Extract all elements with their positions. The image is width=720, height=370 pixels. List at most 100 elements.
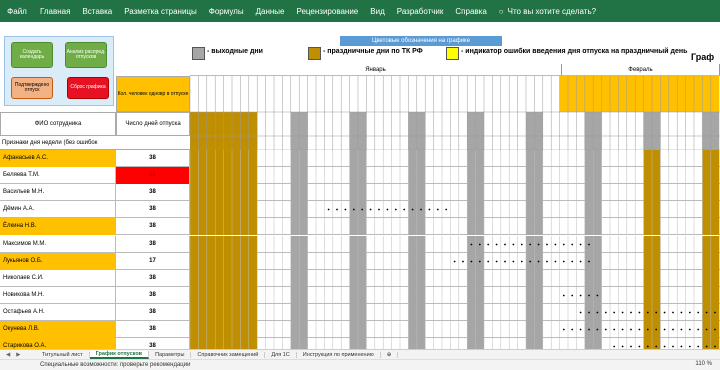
vacation-days[interactable]: 38 xyxy=(116,150,190,167)
tell-me-box[interactable]: ○ Что вы хотите сделать? xyxy=(493,7,596,16)
vacation-day-mark[interactable] xyxy=(352,208,355,211)
tab-help[interactable]: Справка xyxy=(449,7,492,16)
zoom-level[interactable]: 110 % xyxy=(695,361,712,367)
employee-name[interactable]: Николаев С.И. xyxy=(0,269,116,287)
vacation-day-mark[interactable] xyxy=(378,208,380,211)
vacation-day-mark[interactable] xyxy=(403,208,406,211)
vacation-day-mark[interactable] xyxy=(714,311,716,314)
vacation-day-mark[interactable] xyxy=(705,345,708,348)
vacation-day-mark[interactable] xyxy=(512,260,515,262)
vacation-day-mark[interactable] xyxy=(571,243,574,245)
vacation-day-mark[interactable] xyxy=(327,208,330,211)
vacation-day-mark[interactable] xyxy=(445,208,448,211)
vacation-day-mark[interactable] xyxy=(504,243,506,245)
vacation-day-mark[interactable] xyxy=(529,243,532,245)
vacation-day-mark[interactable] xyxy=(588,311,590,314)
vacation-day-mark[interactable] xyxy=(688,328,691,331)
vacation-day-mark[interactable] xyxy=(655,345,658,348)
vacation-day-mark[interactable] xyxy=(646,311,649,314)
vacation-days[interactable]: 38 xyxy=(116,218,190,236)
employee-name[interactable]: Максимов М.М. xyxy=(0,235,116,253)
sheet-tab-instructions[interactable]: Инструкция по применению xyxy=(297,351,381,358)
vacation-day-mark[interactable] xyxy=(680,328,683,331)
vacation-day-mark[interactable] xyxy=(613,311,616,314)
vacation-day-mark[interactable] xyxy=(688,311,691,314)
employee-name[interactable]: Дёмин А.А. xyxy=(0,201,116,219)
vacation-days[interactable]: 38 xyxy=(116,167,190,185)
tab-file[interactable]: Файл xyxy=(0,7,34,16)
vacation-day-mark[interactable] xyxy=(663,345,666,348)
vacation-day-mark[interactable] xyxy=(562,260,565,262)
vacation-day-mark[interactable] xyxy=(697,345,700,348)
vacation-day-mark[interactable] xyxy=(630,311,632,314)
vacation-day-mark[interactable] xyxy=(394,208,397,211)
vacation-days[interactable]: 38 xyxy=(116,201,190,219)
vacation-day-mark[interactable] xyxy=(470,260,473,262)
vacation-day-mark[interactable] xyxy=(579,294,582,297)
employee-name[interactable]: Окунева Л.В. xyxy=(0,321,116,338)
vacation-day-mark[interactable] xyxy=(571,294,574,297)
employee-name[interactable]: Беляева Т.М. xyxy=(0,167,116,185)
tab-home[interactable]: Главная xyxy=(34,7,76,16)
vacation-day-mark[interactable] xyxy=(630,345,632,348)
vacation-day-mark[interactable] xyxy=(537,260,540,262)
vacation-day-mark[interactable] xyxy=(646,345,649,348)
tab-review[interactable]: Рецензирование xyxy=(290,7,364,16)
vacation-day-mark[interactable] xyxy=(688,345,691,348)
vacation-day-mark[interactable] xyxy=(630,328,632,331)
accessibility-status[interactable]: Специальные возможности: проверьте реком… xyxy=(40,362,190,368)
tab-data[interactable]: Данные xyxy=(250,7,291,16)
vacation-day-mark[interactable] xyxy=(512,243,515,245)
sheet-tab-1c[interactable]: Для 1С xyxy=(265,351,297,358)
vacation-day-mark[interactable] xyxy=(487,260,490,262)
vacation-day-mark[interactable] xyxy=(546,260,548,262)
vacation-days[interactable]: 17 xyxy=(116,252,190,270)
vacation-day-mark[interactable] xyxy=(436,208,439,211)
vacation-day-mark[interactable] xyxy=(705,328,708,331)
employee-name[interactable]: Лукьянов О.Б. xyxy=(0,252,116,270)
vacation-day-mark[interactable] xyxy=(579,260,582,262)
vacation-day-mark[interactable] xyxy=(579,328,582,331)
sheet-tab-substitutes[interactable]: Справочник замещений xyxy=(191,351,266,358)
vacation-day-mark[interactable] xyxy=(604,328,607,331)
vacation-day-mark[interactable] xyxy=(579,243,582,245)
vacation-day-mark[interactable] xyxy=(588,294,590,297)
vacation-day-mark[interactable] xyxy=(504,260,506,262)
vacation-day-mark[interactable] xyxy=(621,311,624,314)
vacation-day-mark[interactable] xyxy=(663,328,666,331)
vacation-day-mark[interactable] xyxy=(562,243,565,245)
vacation-day-mark[interactable] xyxy=(663,311,666,314)
sheet-tab-title[interactable]: Титульный лист xyxy=(36,351,90,358)
vacation-day-mark[interactable] xyxy=(411,208,414,211)
vacation-day-mark[interactable] xyxy=(672,345,674,348)
add-sheet-icon[interactable]: ⊕ xyxy=(381,351,399,358)
vacation-day-mark[interactable] xyxy=(579,311,582,314)
vacation-day-mark[interactable] xyxy=(462,260,464,262)
vacation-day-mark[interactable] xyxy=(621,328,624,331)
vacation-day-mark[interactable] xyxy=(596,328,599,331)
vacation-day-mark[interactable] xyxy=(478,243,481,245)
vacation-days[interactable]: 38 xyxy=(116,184,190,202)
vacation-day-mark[interactable] xyxy=(487,243,490,245)
vacation-day-mark[interactable] xyxy=(571,328,574,331)
vacation-day-mark[interactable] xyxy=(672,328,674,331)
vacation-day-mark[interactable] xyxy=(613,328,616,331)
vacation-day-mark[interactable] xyxy=(714,345,716,348)
vacation-day-mark[interactable] xyxy=(470,243,473,245)
vacation-days[interactable]: 38 xyxy=(116,286,190,304)
employee-name[interactable]: Афанасьев А.С. xyxy=(0,150,116,167)
sheet-tab-params[interactable]: Параметры xyxy=(149,351,192,358)
vacation-day-mark[interactable] xyxy=(529,260,532,262)
tab-view[interactable]: Вид xyxy=(364,7,390,16)
sheet-tab-schedule[interactable]: График отпусков xyxy=(89,350,150,359)
vacation-day-mark[interactable] xyxy=(646,328,649,331)
vacation-day-mark[interactable] xyxy=(420,208,422,211)
tab-page-layout[interactable]: Разметка страницы xyxy=(118,7,203,16)
vacation-day-mark[interactable] xyxy=(386,208,389,211)
vacation-day-mark[interactable] xyxy=(546,243,548,245)
prev-sheet-icon[interactable]: ◀ xyxy=(6,352,10,358)
vacation-day-mark[interactable] xyxy=(697,328,700,331)
vacation-day-mark[interactable] xyxy=(571,260,574,262)
employee-name[interactable]: Старикова О.А. xyxy=(0,338,116,349)
vacation-days[interactable]: 38 xyxy=(116,321,190,338)
